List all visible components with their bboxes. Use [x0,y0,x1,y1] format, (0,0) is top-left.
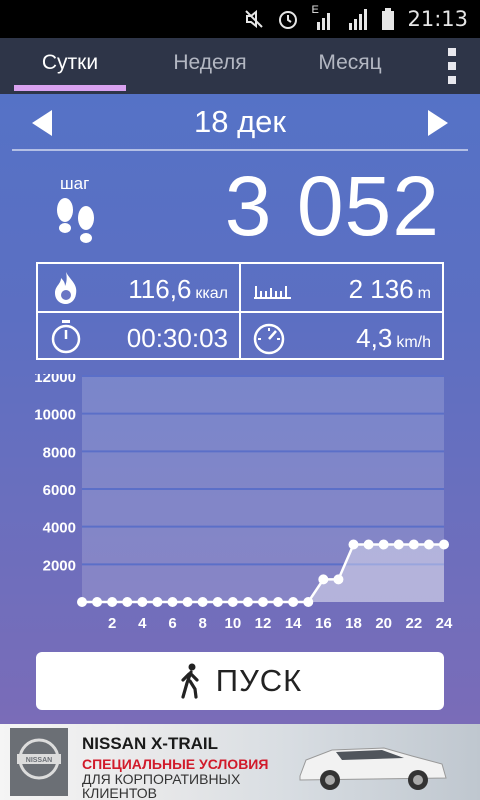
stats-grid: 116,6 ккал 2 136 m 00:30:03 4,3 km/h [36,262,444,360]
chart-x-tick-label: 12 [255,615,272,632]
ad-line-3: КЛИЕНТОВ [82,785,158,800]
chart-data-point [107,597,118,607]
alarm-icon [279,11,298,29]
active-tab-indicator [14,85,126,91]
speed-cell: 4,3 km/h [241,313,443,361]
nissan-logo-text: NISSAN [26,757,52,764]
menu-dot [448,76,456,84]
chart-x-tick-label: 20 [375,615,392,632]
speed-number: 4,3 [356,323,393,353]
chart-x-tick-label: 8 [198,615,206,632]
chart-data-point [137,597,148,607]
chart-data-point [273,597,284,607]
chart-y-tick-label: 12000 [34,374,76,386]
battery-icon [382,8,395,30]
chart-x-tick-label: 24 [436,615,453,632]
signal-icon [349,9,368,30]
duration-value: 00:30:03 [127,323,228,354]
chart-data-point [423,539,434,550]
stopwatch-icon [51,320,81,354]
menu-dot [448,62,456,70]
distance-value: 2 136 m [349,274,431,305]
ad-line-1: СПЕЦИАЛЬНЫЕ УСЛОВИЯ [82,756,269,772]
walking-person-icon [181,663,199,699]
status-time: 21:13 [407,7,468,31]
chart-data-point [303,597,314,607]
status-bar: E 21:13 [0,0,480,38]
chart-data-point [393,539,404,550]
chart-data-point [197,597,208,607]
next-day-icon[interactable] [428,110,448,136]
divider [12,149,468,151]
duration-cell: 00:30:03 [38,313,240,361]
duration-number: 00:30:03 [126,323,228,353]
distance-number: 2 136 [348,274,414,304]
chart-data-point [152,597,163,607]
steps-unit-label: шаг [60,174,90,193]
chart-y-tick-label: 2000 [43,557,76,574]
speed-value: 4,3 km/h [356,323,431,354]
chart-data-point [242,597,253,607]
chart-y-tick-label: 10000 [34,407,76,424]
chart-data-point [227,597,238,607]
chart-x-tick-label: 10 [224,615,241,632]
chart-x-tick-label: 6 [168,615,176,632]
overflow-menu-button[interactable] [438,46,466,86]
fire-icon [55,272,77,304]
calories-value: 116,6 ккал [128,274,228,305]
distance-unit: m [417,285,431,302]
chart-data-point [439,539,449,550]
chart-x-tick-label: 18 [345,615,362,632]
chart-data-point [378,539,389,550]
current-date: 18 дек [194,104,286,139]
chart-data-point [212,597,223,607]
chart-y-tick-label: 6000 [43,482,76,499]
chart-x-tick-label: 2 [108,615,116,632]
chart-data-point [167,597,178,607]
calories-cell: 116,6 ккал [38,264,240,312]
tab-week[interactable]: Неделя [150,38,270,94]
main-panel: 18 дек шаг 3 052 116,6 ккал 2 136 m 00:3… [0,94,480,724]
chart-y-tick-label: 8000 [43,444,76,461]
signal-e-icon: E [311,4,335,30]
distance-cell: 2 136 m [241,264,443,312]
chart-data-point [363,539,374,550]
menu-dot [448,48,456,56]
speed-unit: km/h [396,334,431,351]
tab-month[interactable]: Месяц [300,38,400,94]
steps-count: 3 052 [224,159,440,253]
previous-day-icon[interactable] [32,110,52,136]
muted-icon [245,9,264,29]
chart-data-point [333,574,344,585]
tab-bar: Сутки Неделя Месяц [0,38,480,94]
chart-x-tick-label: 16 [315,615,332,632]
chart-data-point [122,597,133,607]
chart-data-point [182,597,193,607]
chart-data-point [92,597,103,607]
status-icons: E 21:13 [243,4,468,32]
chart-x-tick-label: 14 [285,615,302,632]
chart-data-point [258,597,268,607]
chart-x-tick-label: 22 [405,615,422,632]
date-navigator: 18 дек [0,94,480,152]
car-image [299,747,447,790]
nissan-logo: NISSAN [17,738,61,780]
ad-title: NISSAN X-TRAIL [82,734,218,753]
chart-data-point [77,597,87,607]
footprints-icon [57,198,94,243]
calories-unit: ккал [195,285,228,302]
speedometer-icon [253,323,285,355]
chart-y-tick-label: 4000 [43,520,76,537]
chart-data-point [318,574,329,585]
calories-number: 116,6 [128,274,192,304]
chart-data-point [348,539,359,550]
start-button-label: ПУСК [215,663,303,698]
ruler-icon [254,286,291,299]
start-button[interactable]: ПУСК [36,652,444,710]
chart-data-point [408,539,419,550]
ad-banner[interactable]: NISSAN NISSAN X-TRAIL СПЕЦИАЛЬНЫЕ УСЛОВИ… [0,724,480,800]
steps-chart: 200040006000800010000120002 4 6 8 10 12 14 16 18… [34,374,453,632]
chart-data-point [288,597,299,607]
chart-x-tick-label: 4 [138,615,147,632]
